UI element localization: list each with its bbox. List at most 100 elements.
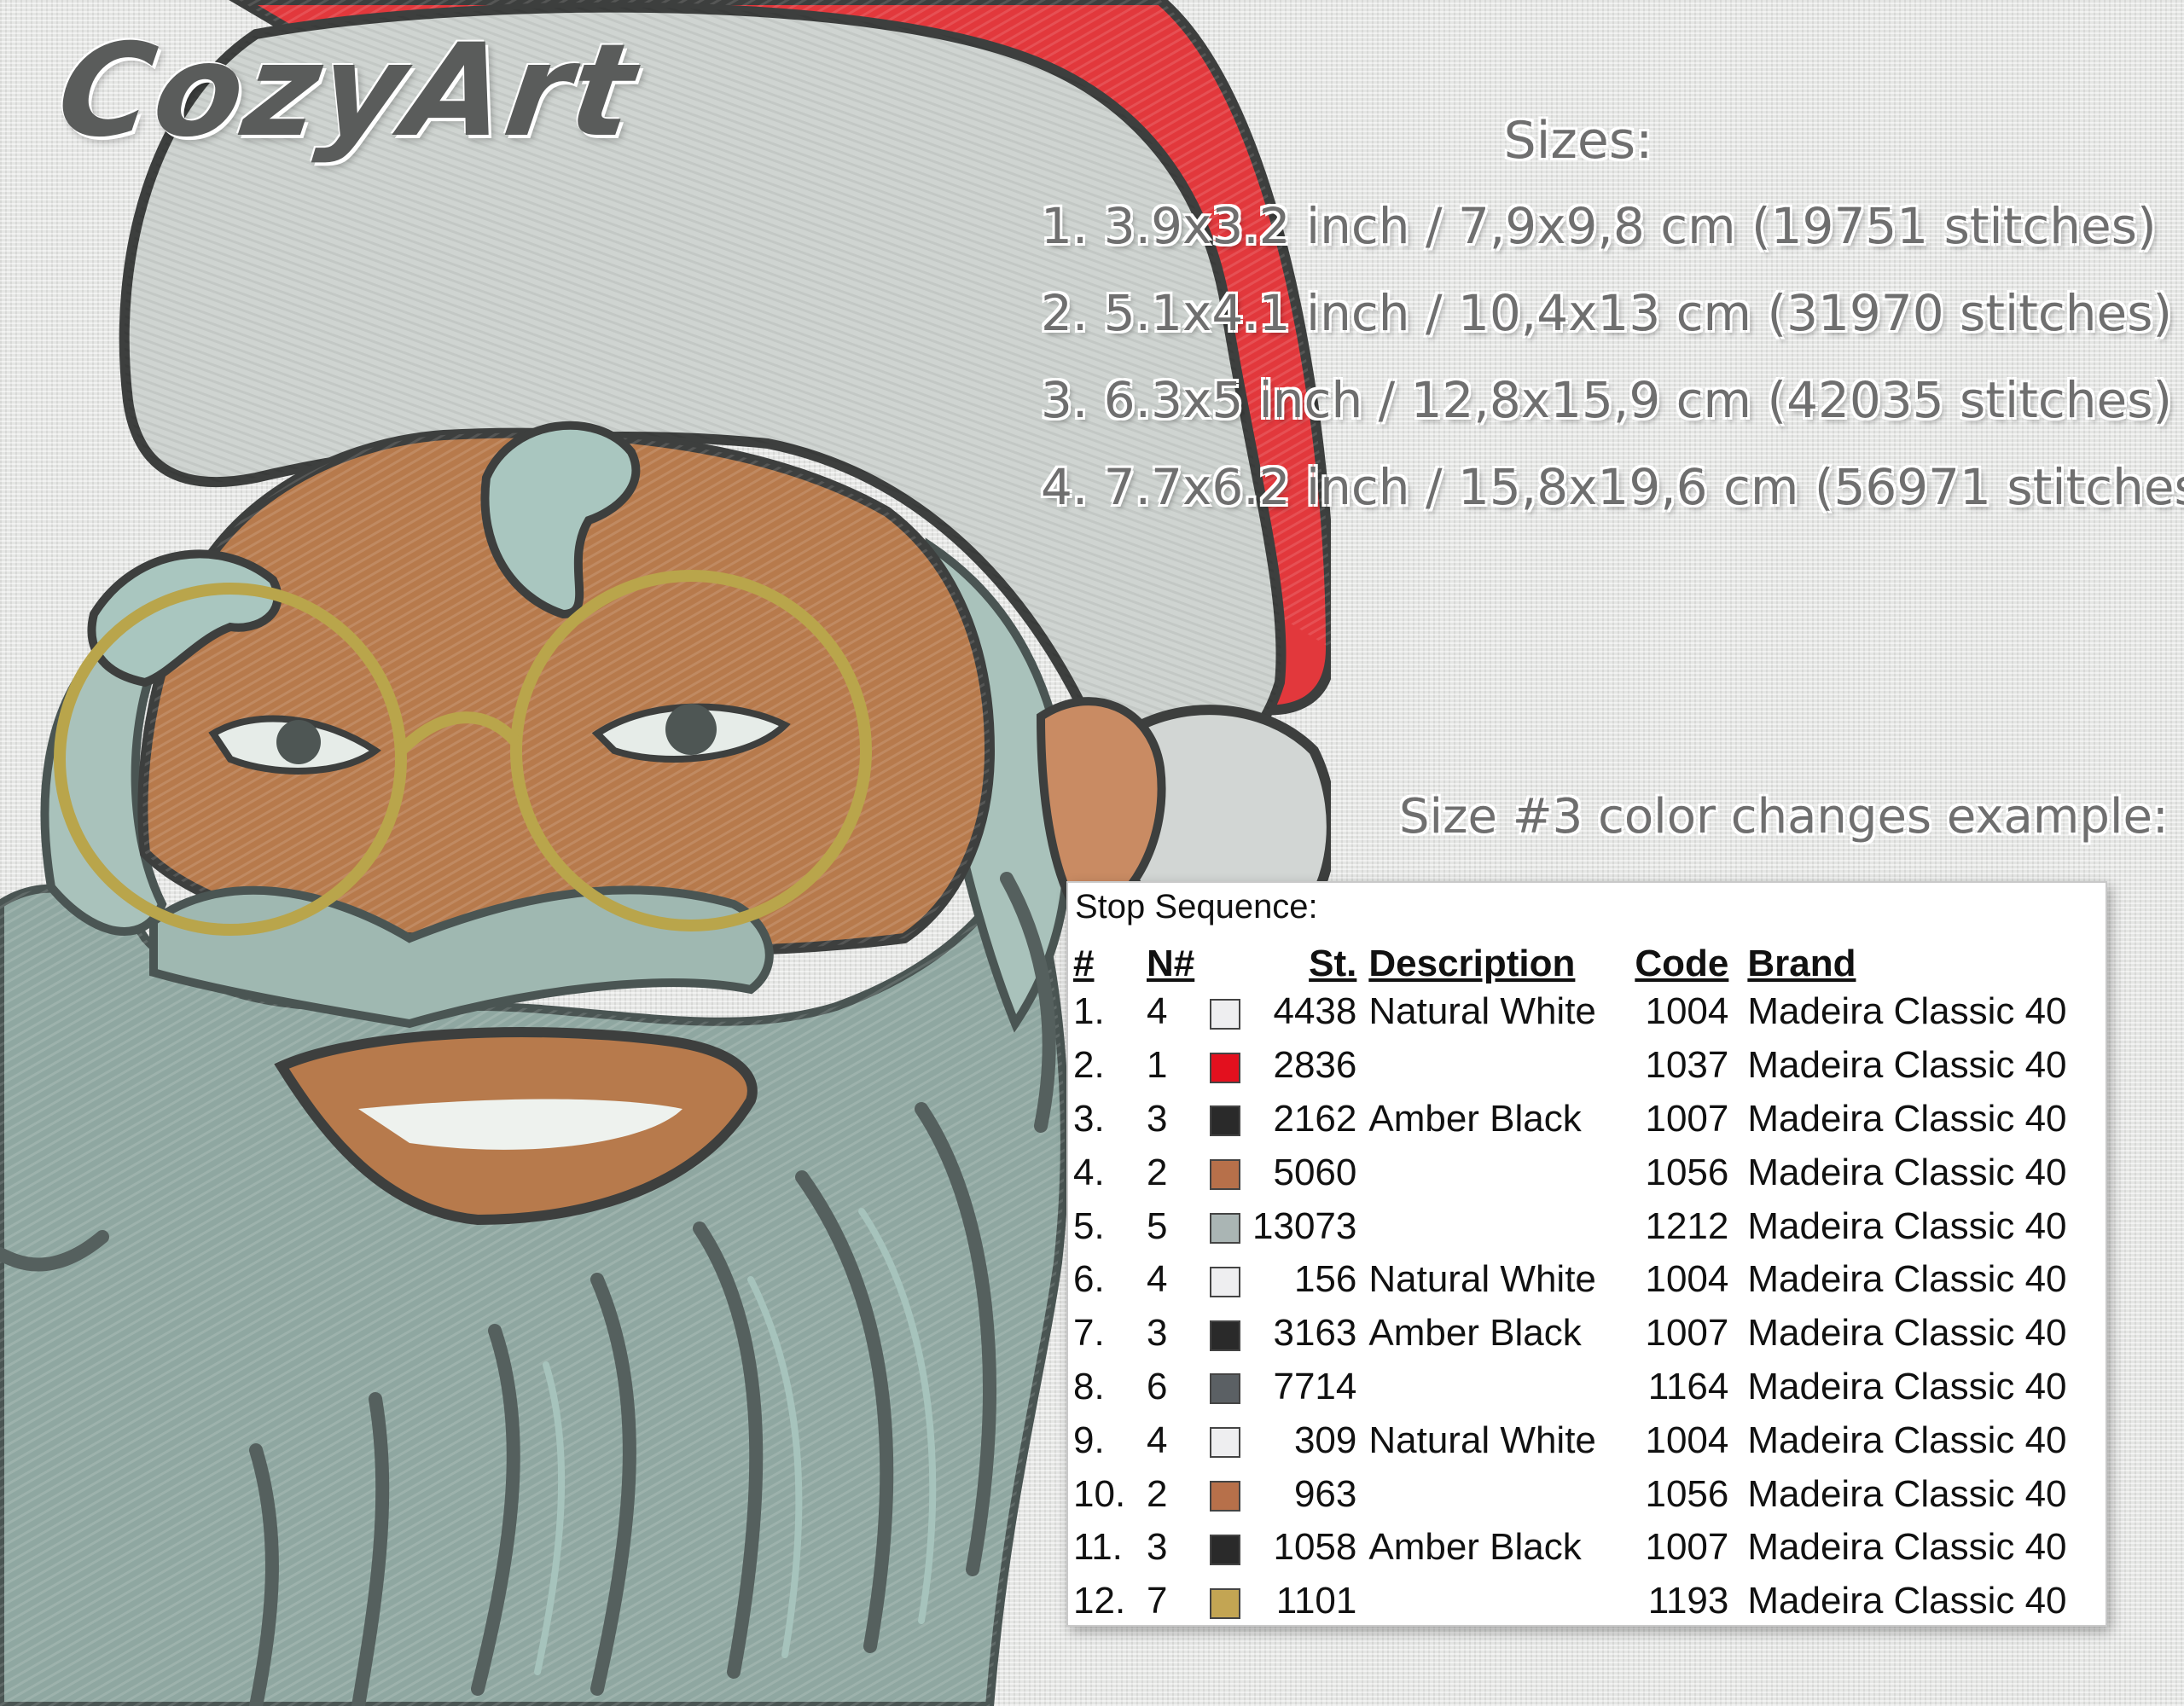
row-description: [1368, 1146, 1624, 1199]
swatch-cell: [1205, 1146, 1252, 1199]
row-code: 1056: [1645, 1472, 1729, 1515]
row-brand: Madeira Classic 40: [1747, 1258, 2067, 1301]
thread-color-swatch: [1210, 1373, 1240, 1405]
row-code: 1004: [1645, 990, 1729, 1033]
row-brand: Madeira Classic 40: [1747, 1097, 2067, 1140]
row-code: 1004: [1645, 1258, 1729, 1301]
row-description: [1368, 1039, 1624, 1093]
row-needle: 6: [1147, 1365, 1168, 1407]
row-code: 1007: [1645, 1312, 1729, 1355]
table-row: 9. 4 309 Natural White 1004 Madeira Classic 4…: [1073, 1413, 2067, 1467]
swatch-cell: [1205, 1521, 1252, 1575]
stop-sequence-panel: Stop Sequence: # N# St. Description Code…: [1066, 881, 2107, 1627]
thread-color-swatch: [1210, 1534, 1240, 1565]
table-row: 1. 4 4438 Natural White 1004 Madeira Classic …: [1073, 985, 2067, 1039]
row-stitches: 1058: [1273, 1526, 1357, 1569]
swatch-cell: [1205, 1093, 1252, 1146]
header-swatch: [1205, 932, 1252, 985]
swatch-cell: [1205, 1039, 1252, 1093]
row-stitches: 309: [1293, 1419, 1357, 1461]
row-description: Natural White: [1368, 990, 1596, 1033]
header-description: Description: [1368, 943, 1576, 984]
swatch-cell: [1205, 1467, 1252, 1521]
row-brand: Madeira Classic 40: [1747, 1365, 2067, 1407]
swatch-cell: [1205, 985, 1252, 1039]
row-description: Amber Black: [1368, 1097, 1582, 1140]
swatch-cell: [1205, 1413, 1252, 1467]
row-code: 1056: [1645, 1151, 1729, 1193]
row-description: [1368, 1575, 1624, 1628]
header-brand: Brand: [1747, 943, 1856, 984]
header-needle: N#: [1147, 943, 1195, 984]
row-needle: 2: [1147, 1472, 1168, 1515]
row-index: 11.: [1073, 1526, 1123, 1569]
table-row: 11. 3 1058 Amber Black 1007 Madeira Classic 4…: [1073, 1521, 2067, 1575]
row-code: 1193: [1647, 1580, 1729, 1622]
row-stitches: 13073: [1252, 1204, 1357, 1247]
row-code: 1164: [1647, 1365, 1729, 1407]
row-index: 2.: [1073, 1044, 1105, 1087]
size-line-1: 1. 3.9x3.2 inch / 7,9x9,8 cm (19751 stit…: [1041, 197, 2157, 255]
header-code: Code: [1635, 943, 1729, 984]
thread-color-swatch: [1210, 1105, 1240, 1137]
swatch-cell: [1205, 1253, 1252, 1307]
row-stitches: 3163: [1273, 1312, 1357, 1355]
row-brand: Madeira Classic 40: [1747, 1580, 2067, 1622]
sizes-block: Sizes: 1. 3.9x3.2 inch / 7,9x9,8 cm (197…: [1041, 111, 2184, 531]
row-index: 10.: [1073, 1472, 1126, 1515]
row-brand: Madeira Classic 40: [1747, 1472, 2067, 1515]
row-index: 6.: [1073, 1258, 1105, 1301]
row-code: 1212: [1645, 1204, 1729, 1247]
table-row: 5. 5 13073 1212 Madeira Classic 40: [1073, 1199, 2067, 1253]
row-brand: Madeira Classic 40: [1747, 1204, 2067, 1247]
thread-color-swatch: [1210, 1480, 1240, 1512]
row-code: 1004: [1645, 1419, 1729, 1461]
stop-sequence-rows: 1. 4 4438 Natural White 1004 Madeira Classic …: [1073, 985, 2067, 1628]
row-needle: 5: [1147, 1204, 1168, 1247]
row-description: Amber Black: [1368, 1526, 1582, 1569]
row-index: 5.: [1073, 1204, 1105, 1247]
row-code: 1037: [1645, 1044, 1729, 1087]
row-index: 4.: [1073, 1151, 1105, 1193]
row-brand: Madeira Classic 40: [1747, 1151, 2067, 1193]
thread-color-swatch: [1210, 1266, 1240, 1297]
sizes-heading: Sizes:: [1503, 111, 1653, 171]
row-needle: 3: [1147, 1526, 1168, 1569]
row-stitches: 2162: [1273, 1097, 1357, 1140]
row-description: [1368, 1467, 1624, 1521]
row-brand: Madeira Classic 40: [1747, 1044, 2067, 1087]
table-row: 10. 2 963 1056 Madeira Classic 40: [1073, 1467, 2067, 1521]
row-code: 1007: [1645, 1526, 1729, 1569]
row-index: 9.: [1073, 1419, 1105, 1461]
row-index: 12.: [1073, 1580, 1126, 1622]
thread-color-swatch: [1210, 1159, 1240, 1191]
header-stitches: St.: [1309, 943, 1357, 984]
stop-sequence-table: # N# St. Description Code Brand 1. 4 4438 N…: [1073, 932, 2067, 1628]
row-index: 8.: [1073, 1365, 1105, 1407]
swatch-cell: [1205, 1361, 1252, 1414]
table-row: 12. 7 1101 1193 Madeira Classic 40: [1073, 1575, 2067, 1628]
table-row: 7. 3 3163 Amber Black 1007 Madeira Classic 40: [1073, 1307, 2067, 1361]
size-line-3: 3. 6.3x5 inch / 12,8x15,9 cm (42035 stit…: [1041, 371, 2173, 429]
row-stitches: 5060: [1273, 1151, 1357, 1193]
thread-color-swatch: [1210, 998, 1240, 1030]
table-row: 3. 3 2162 Amber Black 1007 Madeira Classic 40: [1073, 1093, 2067, 1146]
row-description: [1368, 1199, 1624, 1253]
row-description: Amber Black: [1368, 1312, 1582, 1355]
row-needle: 7: [1147, 1580, 1168, 1622]
row-needle: 3: [1147, 1312, 1168, 1355]
row-description: Natural White: [1368, 1419, 1596, 1461]
table-row: 6. 4 156 Natural White 1004 Madeira Classic 4…: [1073, 1253, 2067, 1307]
size-line-2: 2. 5.1x4.1 inch / 10,4x13 cm (31970 stit…: [1041, 284, 2173, 342]
cozyart-logo: CozyArt: [49, 17, 646, 165]
table-header-row: # N# St. Description Code Brand: [1073, 932, 2067, 985]
table-row: 8. 6 7714 1164 Madeira Classic 40: [1073, 1361, 2067, 1414]
size-line-4: 4. 7.7x6.2 inch / 15,8x19,6 cm (56971 st…: [1041, 458, 2184, 516]
row-stitches: 156: [1293, 1258, 1357, 1301]
row-needle: 4: [1147, 1258, 1168, 1301]
thread-color-swatch: [1210, 1427, 1240, 1459]
thread-color-swatch: [1210, 1052, 1240, 1083]
row-brand: Madeira Classic 40: [1747, 1312, 2067, 1355]
row-stitches: 1101: [1275, 1580, 1357, 1622]
row-stitches: 2836: [1273, 1044, 1357, 1087]
